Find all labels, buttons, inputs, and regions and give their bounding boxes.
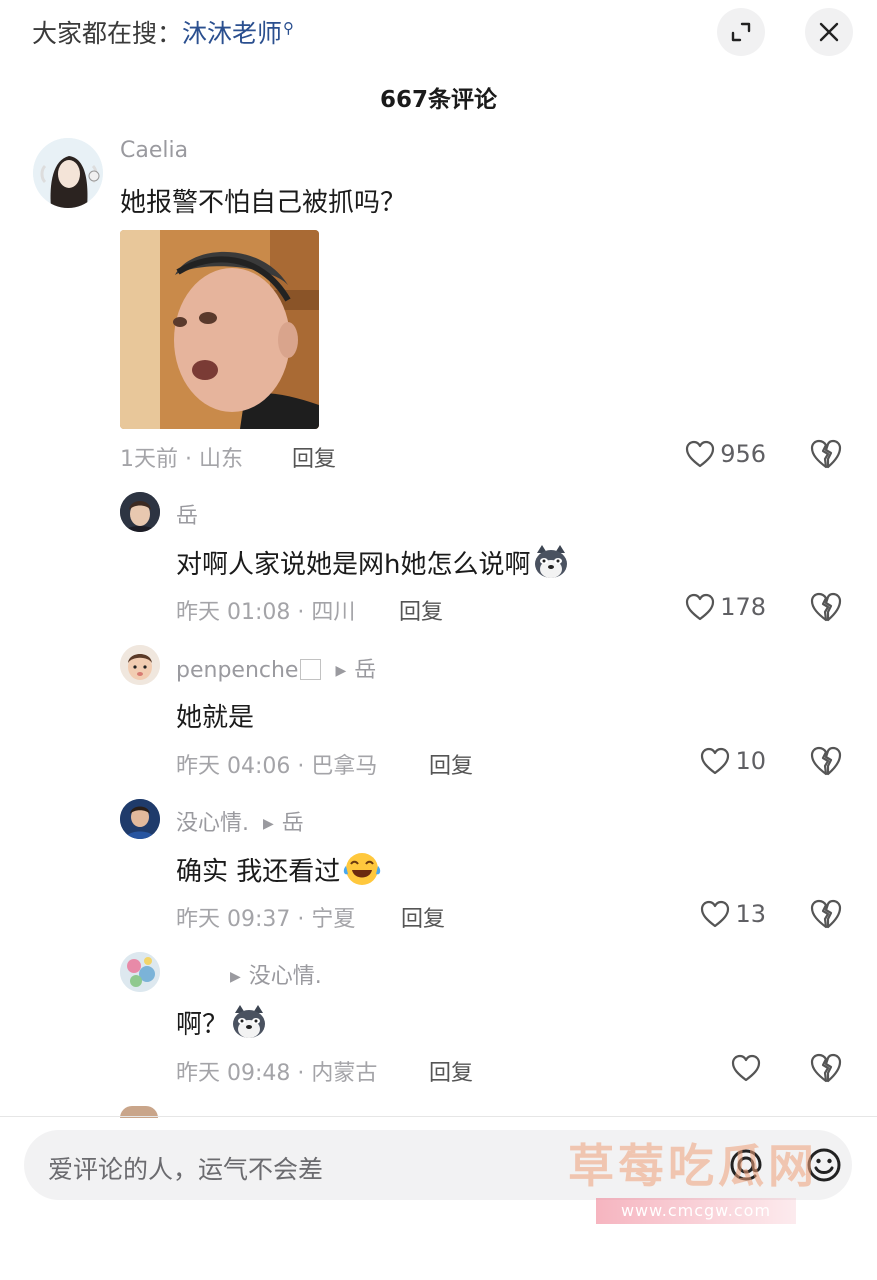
comment-meta: 昨天 04:06 · 巴拿马 bbox=[176, 754, 378, 779]
search-icon: ⚲ bbox=[283, 18, 295, 37]
broken-heart-icon[interactable] bbox=[809, 1051, 843, 1085]
broken-heart-icon[interactable] bbox=[809, 437, 843, 471]
reply-button[interactable]: 回复 bbox=[429, 748, 473, 780]
comment-meta: 1天前 · 山东 bbox=[120, 447, 243, 472]
close-icon bbox=[819, 22, 839, 42]
laughing-crying-emoji bbox=[344, 853, 381, 885]
comment-username[interactable]: Caelia bbox=[120, 138, 188, 163]
heart-icon bbox=[686, 440, 715, 468]
search-suggestion-prefix: 大家都在搜： bbox=[32, 19, 183, 48]
comment-meta: 昨天 09:37 · 宁夏 bbox=[176, 907, 356, 932]
avatar[interactable] bbox=[33, 138, 103, 208]
avatar[interactable] bbox=[120, 645, 160, 685]
reply-to-username[interactable]: 没心情. bbox=[249, 964, 322, 989]
reply-to-username[interactable]: 岳 bbox=[282, 811, 304, 836]
comment-text-content: 对啊人家说她是网h她怎么说啊 bbox=[176, 550, 531, 580]
heart-icon bbox=[701, 900, 730, 928]
divider bbox=[0, 1116, 877, 1117]
heart-icon bbox=[686, 593, 715, 621]
reply-button[interactable]: 回复 bbox=[429, 1055, 473, 1087]
broken-heart-icon[interactable] bbox=[809, 590, 843, 624]
watermark-url: www.cmcgw.com bbox=[596, 1198, 796, 1224]
comment-image[interactable] bbox=[120, 230, 319, 429]
comment-username-line: penpenche ▶ 岳 bbox=[176, 652, 376, 684]
comment-text-content: 啊？ bbox=[176, 1010, 229, 1040]
comment-text: 对啊人家说她是网h她怎么说啊 bbox=[176, 543, 570, 581]
comment-count-title: 667条评论 bbox=[379, 87, 497, 113]
like-button[interactable]: 10 bbox=[660, 744, 766, 778]
expand-icon bbox=[731, 22, 751, 42]
reply-button[interactable]: 回复 bbox=[401, 901, 445, 933]
reply-arrow-icon: ▶ bbox=[263, 816, 274, 832]
reply-arrow-icon: ▶ bbox=[335, 663, 347, 679]
heart-icon bbox=[731, 1054, 761, 1082]
avatar[interactable] bbox=[120, 492, 160, 532]
comment-username-line: 没心情. ▶ 岳 bbox=[176, 805, 304, 837]
avatar[interactable] bbox=[120, 952, 160, 992]
like-button[interactable]: 178 bbox=[660, 590, 766, 624]
like-button[interactable]: 956 bbox=[660, 437, 766, 471]
comment-username[interactable]: 岳 bbox=[176, 498, 198, 530]
like-button[interactable]: 13 bbox=[660, 897, 766, 931]
close-button[interactable] bbox=[805, 8, 853, 56]
like-button[interactable] bbox=[660, 1051, 766, 1085]
avatar[interactable] bbox=[120, 799, 160, 839]
comment-text: 她就是 bbox=[176, 703, 255, 733]
search-suggestion-keyword[interactable]: 沐沐老师 bbox=[182, 19, 282, 48]
comment-meta: 昨天 01:08 · 四川 bbox=[176, 600, 356, 625]
like-count: 178 bbox=[720, 593, 766, 621]
broken-heart-icon[interactable] bbox=[809, 897, 843, 931]
reply-button[interactable]: 回复 bbox=[399, 594, 443, 626]
husky-face-emoji bbox=[535, 545, 568, 578]
top-bar: 大家都在搜：沐沐老师⚲ bbox=[0, 0, 877, 64]
comment-text: 啊？ bbox=[176, 1003, 268, 1041]
comment-username[interactable]: 没心情. bbox=[176, 811, 249, 836]
comment-text: 她报警不怕自己被抓吗？ bbox=[120, 188, 407, 218]
reply-arrow-icon: ▶ bbox=[230, 969, 241, 985]
like-count: 956 bbox=[720, 440, 766, 468]
heart-icon bbox=[701, 747, 730, 775]
comment-username[interactable]: penpenche bbox=[176, 658, 298, 683]
like-count: 10 bbox=[735, 747, 766, 775]
watermark-title: 草莓吃瓜网 bbox=[568, 1139, 818, 1193]
comment-input-placeholder[interactable]: 爱评论的人，运气不会差 bbox=[48, 1150, 323, 1186]
comment-text-content: 确实 我还看过 bbox=[176, 857, 341, 887]
comment-text: 确实 我还看过 bbox=[176, 850, 382, 888]
comment-meta: 昨天 09:48 · 内蒙古 bbox=[176, 1061, 378, 1086]
expand-button[interactable] bbox=[717, 8, 765, 56]
unknown-glyph-box bbox=[300, 659, 322, 680]
like-count: 13 bbox=[735, 900, 766, 928]
comment-username-line: ▶ 没心情. bbox=[176, 958, 322, 990]
broken-heart-icon[interactable] bbox=[809, 744, 843, 778]
search-suggestion[interactable]: 大家都在搜：沐沐老师⚲ bbox=[32, 14, 294, 50]
reply-button[interactable]: 回复 bbox=[292, 441, 336, 473]
reply-to-username[interactable]: 岳 bbox=[354, 658, 376, 683]
husky-face-emoji bbox=[233, 1005, 266, 1038]
